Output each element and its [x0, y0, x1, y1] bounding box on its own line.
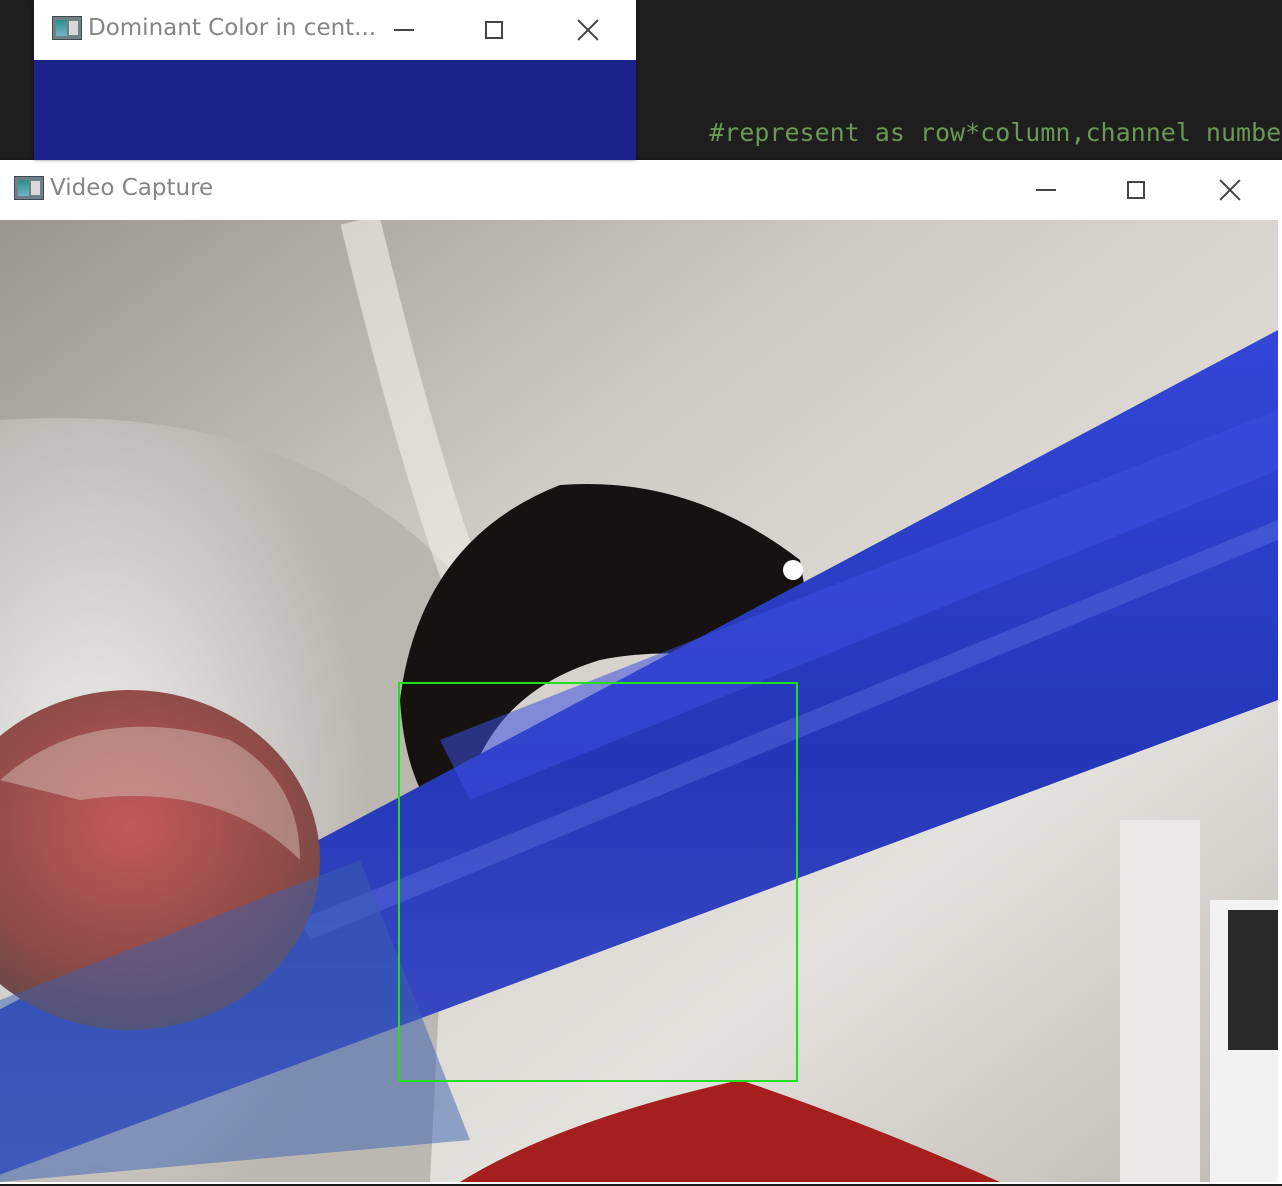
video-capture-window[interactable]: Video Capture	[0, 160, 1282, 1184]
center-region-box	[398, 682, 798, 1082]
close-button[interactable]	[566, 10, 610, 50]
minimize-button[interactable]	[1024, 170, 1068, 210]
maximize-button[interactable]	[472, 10, 516, 50]
title-bar[interactable]: Video Capture	[0, 160, 1282, 220]
close-icon	[1219, 179, 1241, 201]
app-icon	[14, 176, 44, 200]
minimize-icon	[1036, 189, 1056, 191]
minimize-button[interactable]	[382, 10, 426, 50]
maximize-icon	[485, 21, 503, 39]
maximize-button[interactable]	[1114, 170, 1158, 210]
dominant-color-swatch	[34, 60, 636, 160]
title-bar[interactable]: Dominant Color in cent...	[34, 0, 636, 60]
window-title: Dominant Color in cent...	[88, 15, 377, 41]
app-icon	[52, 16, 82, 40]
maximize-icon	[1127, 181, 1145, 199]
window-title: Video Capture	[50, 175, 214, 201]
close-button[interactable]	[1208, 170, 1252, 210]
close-icon	[577, 19, 599, 41]
dominant-color-window[interactable]: Dominant Color in cent...	[34, 0, 636, 160]
video-feed	[0, 220, 1278, 1182]
minimize-icon	[394, 29, 414, 31]
